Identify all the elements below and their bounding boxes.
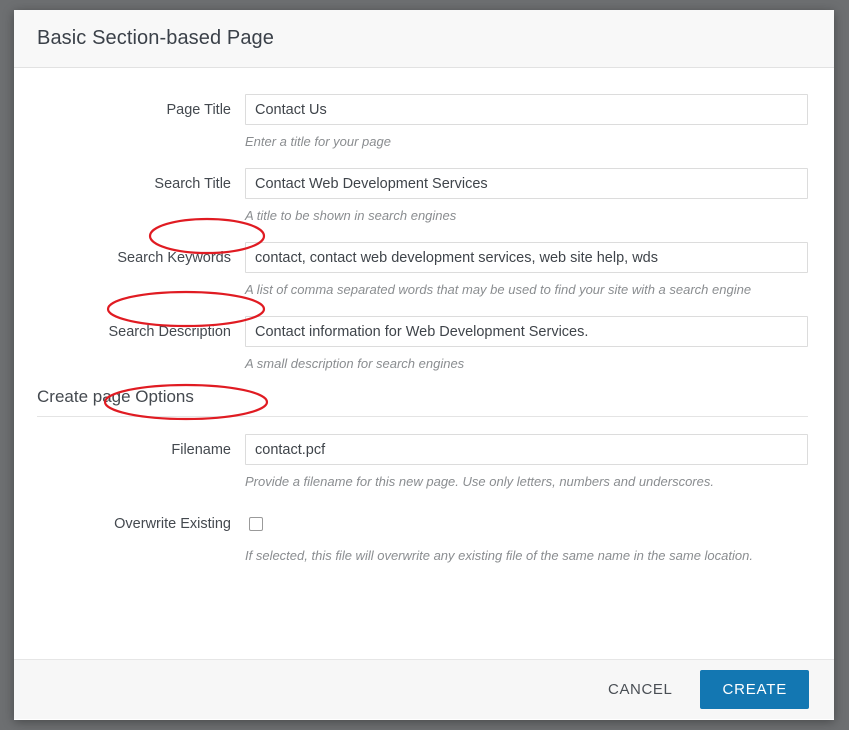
section-heading: Create page Options: [37, 387, 194, 406]
form-row-page-title: Page Title Enter a title for your page: [14, 94, 834, 151]
form-row-search-keywords: Search Keywords A list of comma separate…: [14, 242, 834, 299]
field-search-keywords: A list of comma separated words that may…: [245, 242, 834, 299]
label-filename: Filename: [171, 442, 231, 458]
dialog-footer: CANCEL CREATE: [14, 659, 834, 719]
field-search-description: A small description for search engines: [245, 316, 834, 373]
page-title: Basic Section-based Page: [37, 27, 274, 49]
label-page-title: Page Title: [166, 102, 232, 118]
form-row-search-description: Search Description A small description f…: [14, 316, 834, 373]
create-page-options-section: Create page Options: [14, 387, 834, 417]
label-search-keywords: Search Keywords: [117, 250, 231, 266]
form-row-overwrite-existing: Overwrite Existing If selected, this fil…: [14, 508, 834, 565]
help-page-title: Enter a title for your page: [245, 134, 391, 149]
search-keywords-input[interactable]: [245, 242, 808, 273]
dialog-body: Page Title Enter a title for your page S…: [14, 68, 834, 659]
help-search-description: A small description for search engines: [245, 356, 465, 371]
overwrite-existing-checkbox[interactable]: [249, 517, 263, 531]
field-search-title: A title to be shown in search engines: [245, 168, 834, 225]
dialog-header: Basic Section-based Page: [14, 10, 834, 68]
search-description-input[interactable]: [245, 316, 808, 347]
create-button[interactable]: CREATE: [700, 670, 809, 709]
form-row-filename: Filename Provide a filename for this new…: [14, 434, 834, 491]
create-page-dialog: Basic Section-based Page Page Title Ente…: [14, 10, 834, 720]
filename-input[interactable]: [245, 434, 808, 465]
help-filename: Provide a filename for this new page. Us…: [245, 474, 714, 489]
search-title-input[interactable]: [245, 168, 808, 199]
help-overwrite-existing: If selected, this file will overwrite an…: [245, 548, 753, 563]
help-search-title: A title to be shown in search engines: [245, 208, 457, 223]
field-page-title: Enter a title for your page: [245, 94, 834, 151]
page-title-input[interactable]: [245, 94, 808, 125]
field-filename: Provide a filename for this new page. Us…: [245, 434, 834, 491]
label-search-description: Search Description: [108, 324, 232, 340]
label-overwrite-existing: Overwrite Existing: [114, 516, 231, 532]
field-overwrite-existing: If selected, this file will overwrite an…: [245, 508, 834, 565]
help-search-keywords: A list of comma separated words that may…: [245, 282, 752, 297]
cancel-button[interactable]: CANCEL: [594, 671, 686, 708]
label-search-title: Search Title: [154, 176, 231, 192]
form-row-search-title: Search Title A title to be shown in sear…: [14, 168, 834, 225]
